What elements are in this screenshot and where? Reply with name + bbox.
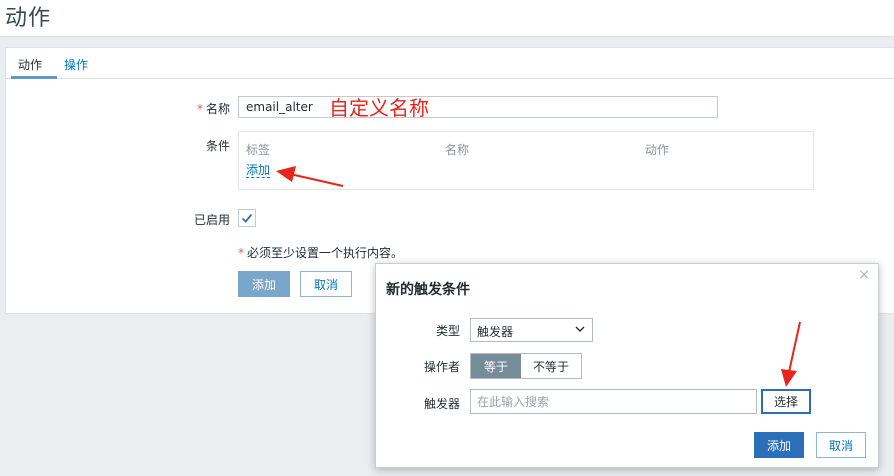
column-header-action: 动作 [645,143,670,157]
operator-label: 操作者 [423,360,460,374]
add-condition-link[interactable]: 添加 [246,163,271,178]
type-label: 类型 [435,324,460,338]
enabled-label: 已启用 [193,213,230,227]
trigger-label: 触发器 [423,397,460,411]
conditions-table: 标签 名称 动作 添加 [238,131,814,190]
tab-bar: 动作 操作 [6,48,894,79]
type-select[interactable]: 触发器 [470,318,593,342]
dialog-add-button[interactable]: 添加 [754,432,804,458]
close-icon[interactable]: × [858,267,870,283]
tab-operations[interactable]: 操作 [64,56,88,73]
name-input-value: email_alter [246,100,313,114]
dialog-cancel-button[interactable]: 取消 [816,432,866,458]
operator-not-equals-option[interactable]: 不等于 [521,354,581,378]
page-header: 动作 [0,0,894,37]
cancel-button[interactable]: 取消 [300,271,352,297]
required-note: * 必须至少设置一个执行内容。 [238,246,404,260]
type-select-value: 触发器 [477,325,514,339]
page-title: 动作 [5,6,52,31]
conditions-label: 条件 [205,139,230,153]
add-button[interactable]: 添加 [238,271,290,297]
column-header-name: 名称 [445,143,470,157]
tab-action[interactable]: 动作 [18,56,42,73]
name-label: * 名称 [196,102,230,116]
check-icon [241,213,253,223]
column-header-label: 标签 [246,143,271,157]
operator-equals-option[interactable]: 等于 [471,354,521,378]
operator-toggle: 等于 不等于 [470,353,582,379]
new-trigger-condition-dialog: × 新的触发条件 类型 触发器 操作者 等于 不等于 触发器 选择 添加 取消 [375,263,879,468]
dialog-title: 新的触发条件 [386,282,470,298]
required-marker: * [196,102,203,116]
trigger-search-input[interactable] [470,389,757,414]
name-input[interactable]: email_alter [238,96,718,118]
active-tab-indicator [11,76,57,79]
chevron-down-icon [575,326,585,332]
enabled-checkbox[interactable] [238,209,256,227]
annotation-text: 自定义名称 [329,96,429,120]
select-trigger-button[interactable]: 选择 [761,389,811,414]
